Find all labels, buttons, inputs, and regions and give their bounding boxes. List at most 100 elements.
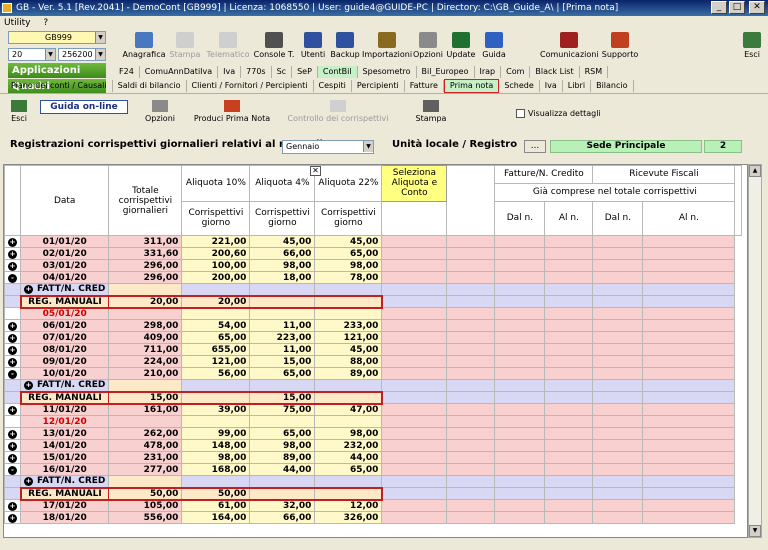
- tab-clienti-fornitori-percipienti[interactable]: Clienti / Fornitori / Percipienti: [187, 80, 314, 92]
- expand-icon[interactable]: +: [4, 343, 21, 356]
- aliquota-10-cell[interactable]: 54,00: [181, 319, 251, 332]
- aliquota-22-cell[interactable]: 121,00: [314, 331, 383, 344]
- aliquota-10-cell[interactable]: 655,00: [181, 343, 251, 356]
- close-column-button[interactable]: ✕: [310, 166, 321, 176]
- aliquota-10-cell[interactable]: 100,00: [181, 259, 251, 272]
- menu-utility[interactable]: Utility: [4, 18, 30, 28]
- tab-com[interactable]: Com: [501, 66, 531, 78]
- tab-fatture[interactable]: Fatture: [405, 80, 444, 92]
- tab-black-list[interactable]: Black List: [530, 66, 580, 78]
- aliquota-4-cell[interactable]: [249, 307, 316, 320]
- aliquota-22-cell[interactable]: 47,00: [314, 403, 383, 416]
- reg-aliquota-cell[interactable]: [249, 486, 316, 501]
- aliquota-4-cell[interactable]: [249, 415, 316, 428]
- expand-icon[interactable]: +: [8, 453, 17, 463]
- expand-icon[interactable]: +: [4, 499, 21, 512]
- visualizza-dettagli-checkbox[interactable]: Visualizza dettagli: [516, 109, 601, 118]
- aliquota-4-cell[interactable]: 98,00: [249, 439, 316, 452]
- aliquota-22-cell[interactable]: 98,00: [314, 427, 383, 440]
- aliquota-4-cell[interactable]: 11,00: [249, 343, 316, 356]
- expand-icon[interactable]: -: [4, 271, 21, 284]
- expand-icon[interactable]: +: [4, 259, 21, 272]
- toolbar-guidabutton[interactable]: Guida: [480, 32, 508, 62]
- aliquota-10-cell[interactable]: 168,00: [181, 463, 251, 476]
- tab-irap[interactable]: Irap: [475, 66, 502, 78]
- aliquota-22-cell[interactable]: [314, 307, 383, 320]
- aliquota-4-cell[interactable]: 18,00: [249, 271, 316, 284]
- tab-iva[interactable]: Iva: [540, 80, 563, 92]
- aliquota-22-cell[interactable]: 98,00: [314, 259, 383, 272]
- expand-icon[interactable]: +: [4, 451, 21, 464]
- tab-sc[interactable]: Sc: [272, 66, 293, 78]
- reg-aliquota-cell[interactable]: 15,00: [249, 390, 316, 405]
- toolbar-console-t-button[interactable]: Console T.: [252, 32, 296, 62]
- aliquota-22-cell[interactable]: 45,00: [314, 235, 383, 248]
- expand-icon[interactable]: +: [8, 333, 17, 343]
- aliquota-4-cell[interactable]: 45,00: [249, 235, 316, 248]
- toolbar-backupbutton[interactable]: Backup: [329, 32, 361, 62]
- aliquota-22-cell[interactable]: 45,00: [314, 343, 383, 356]
- aliquota-10-cell[interactable]: 39,00: [181, 403, 251, 416]
- collapse-icon[interactable]: -: [8, 369, 17, 379]
- toolbar-importazionibutton[interactable]: Importazioni: [362, 32, 412, 62]
- menu-help[interactable]: ?: [43, 18, 48, 28]
- toolbar-supportobutton[interactable]: Supporto: [600, 32, 640, 62]
- tab-percipienti[interactable]: Percipienti: [352, 80, 405, 92]
- reg-aliquota-cell[interactable]: 50,00: [181, 486, 251, 501]
- aliquota-4-cell[interactable]: 15,00: [249, 355, 316, 368]
- expand-icon[interactable]: -: [4, 367, 21, 380]
- aliquota-22-cell[interactable]: 78,00: [314, 271, 383, 284]
- expand-icon[interactable]: +: [24, 477, 33, 487]
- expand-icon[interactable]: +: [8, 261, 17, 271]
- tab-iva[interactable]: Iva: [218, 66, 242, 78]
- tab-rsm[interactable]: RSM: [580, 66, 609, 78]
- expand-icon[interactable]: +: [8, 321, 17, 331]
- expand-icon[interactable]: +: [24, 381, 33, 391]
- expand-icon[interactable]: +: [4, 511, 21, 524]
- aliquota-22-cell[interactable]: 44,00: [314, 451, 383, 464]
- expand-icon[interactable]: [4, 415, 21, 428]
- expand-icon[interactable]: +: [4, 439, 21, 452]
- tab-prima-nota[interactable]: Prima nota: [443, 79, 500, 93]
- seleziona-aliquota-button[interactable]: Seleziona Aliquota e Conto: [381, 165, 448, 202]
- aliquota-4-cell[interactable]: 66,00: [249, 247, 316, 260]
- expand-icon[interactable]: +: [4, 403, 21, 416]
- toolbar-updatebutton[interactable]: Update: [446, 32, 476, 62]
- toolbar-utentibutton[interactable]: Utenti: [299, 32, 327, 62]
- aliquota-10-cell[interactable]: 200,60: [181, 247, 251, 260]
- aliquota-22-cell[interactable]: [314, 415, 383, 428]
- mese-select[interactable]: Gennaio ▼: [282, 140, 374, 154]
- expand-icon[interactable]: +: [8, 441, 17, 451]
- aliquota-4-cell[interactable]: 65,00: [249, 367, 316, 380]
- tab-contbil[interactable]: ContBil: [317, 66, 358, 78]
- tab-piano-dei-conti-causali[interactable]: Piano dei conti / Causali: [6, 80, 113, 92]
- company-select[interactable]: GB999 ▼: [8, 31, 106, 44]
- aliquota-22-cell[interactable]: 232,00: [314, 439, 383, 452]
- expand-icon[interactable]: +: [8, 513, 17, 523]
- aliquota-22-cell[interactable]: 89,00: [314, 367, 383, 380]
- aliquota-4-cell[interactable]: 32,00: [249, 499, 316, 512]
- expand-icon[interactable]: +: [4, 355, 21, 368]
- toolbar-comunicazionibutton[interactable]: Comunicazioni: [540, 32, 599, 62]
- aliquota-10-cell[interactable]: 65,00: [181, 331, 251, 344]
- expand-icon[interactable]: +: [8, 429, 17, 439]
- aliquota-4-cell[interactable]: 65,00: [249, 427, 316, 440]
- aliquota-10-cell[interactable]: 148,00: [181, 439, 251, 452]
- vertical-scrollbar[interactable]: ▲ ▼: [748, 164, 762, 538]
- expand-icon[interactable]: +: [8, 345, 17, 355]
- tab-770s[interactable]: 770s: [241, 66, 272, 78]
- toolbar-opzionibutton[interactable]: Opzioni: [413, 32, 443, 62]
- expand-icon[interactable]: +: [8, 501, 17, 511]
- opzioni-button[interactable]: Opzioni: [138, 100, 182, 128]
- year-select[interactable]: 20 ▼: [8, 48, 56, 61]
- reg-aliquota-cell[interactable]: [314, 486, 383, 501]
- expand-icon[interactable]: +: [24, 285, 33, 295]
- code-select[interactable]: 256200 ▼: [58, 48, 106, 61]
- aliquota-10-cell[interactable]: [181, 415, 251, 428]
- minimize-button[interactable]: _: [711, 1, 727, 14]
- expand-icon[interactable]: -: [4, 463, 21, 476]
- aliquota-4-cell[interactable]: 98,00: [249, 259, 316, 272]
- aliquota-4-cell[interactable]: 223,00: [249, 331, 316, 344]
- aliquota-10-cell[interactable]: 99,00: [181, 427, 251, 440]
- expand-icon[interactable]: +: [4, 331, 21, 344]
